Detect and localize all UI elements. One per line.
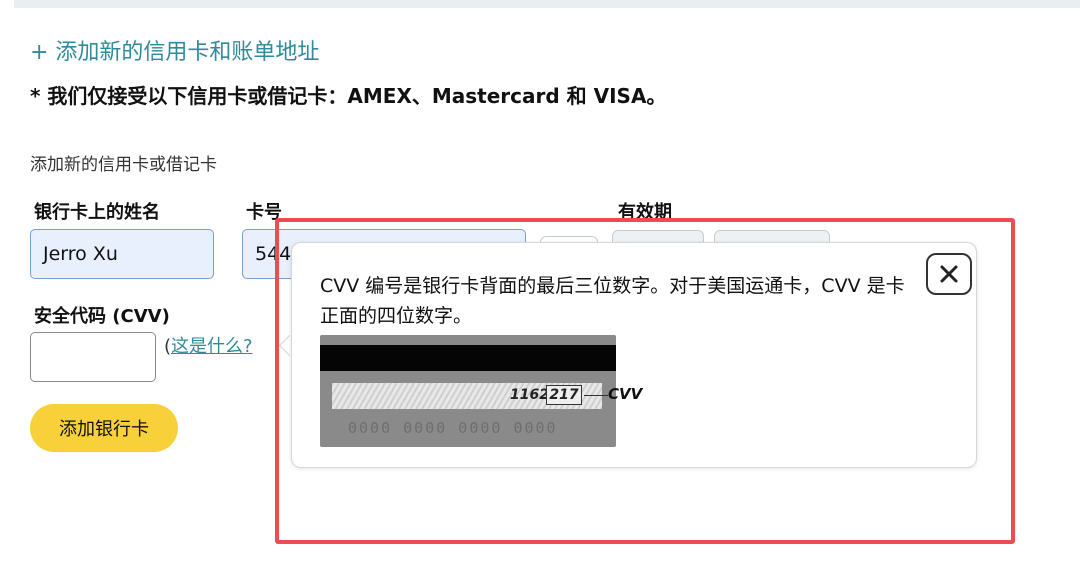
cvv-input[interactable] — [30, 332, 156, 382]
close-icon — [940, 265, 958, 283]
add-new-card-link[interactable]: + 添加新的信用卡和账单地址 — [30, 34, 319, 66]
cvv-label: 安全代码 (CVV) — [34, 306, 170, 327]
cvv-help: (这是什么? — [164, 332, 253, 358]
cvv-explanation: CVV 编号是银行卡背面的最后三位数字。对于美国运通卡，CVV 是卡正面的四位数… — [320, 275, 905, 327]
magnetic-stripe — [320, 345, 616, 371]
card-number-illustration: 0000 0000 0000 0000 — [348, 419, 558, 437]
cvv-popover: CVV 编号是银行卡背面的最后三位数字。对于美国运通卡，CVV 是卡正面的四位数… — [291, 242, 977, 468]
top-divider — [14, 0, 1080, 8]
card-back-illustration: 1162 217 CVV 0000 0000 0000 0000 — [320, 335, 642, 447]
cvv-help-paren: ( — [164, 336, 172, 357]
card-number-label: 卡号 — [246, 202, 282, 223]
cvv-digits: 217 — [546, 385, 582, 405]
expiry-label: 有效期 — [618, 202, 672, 223]
section-title: 添加新的信用卡或借记卡 — [30, 155, 217, 175]
cvv-help-link[interactable]: 这是什么? — [171, 336, 253, 357]
accepted-cards-note: * 我们仅接受以下信用卡或借记卡：AMEX、Mastercard 和 VISA。 — [30, 84, 667, 108]
cvv-tag: CVV — [608, 385, 643, 403]
name-on-card-label: 银行卡上的姓名 — [34, 202, 160, 223]
cvv-pointer-line — [584, 395, 608, 396]
signature-digits: 1162 — [510, 387, 549, 403]
popover-close-button[interactable] — [926, 253, 972, 295]
add-card-button[interactable]: 添加银行卡 — [30, 404, 178, 452]
name-on-card-input[interactable]: Jerro Xu — [30, 229, 214, 279]
